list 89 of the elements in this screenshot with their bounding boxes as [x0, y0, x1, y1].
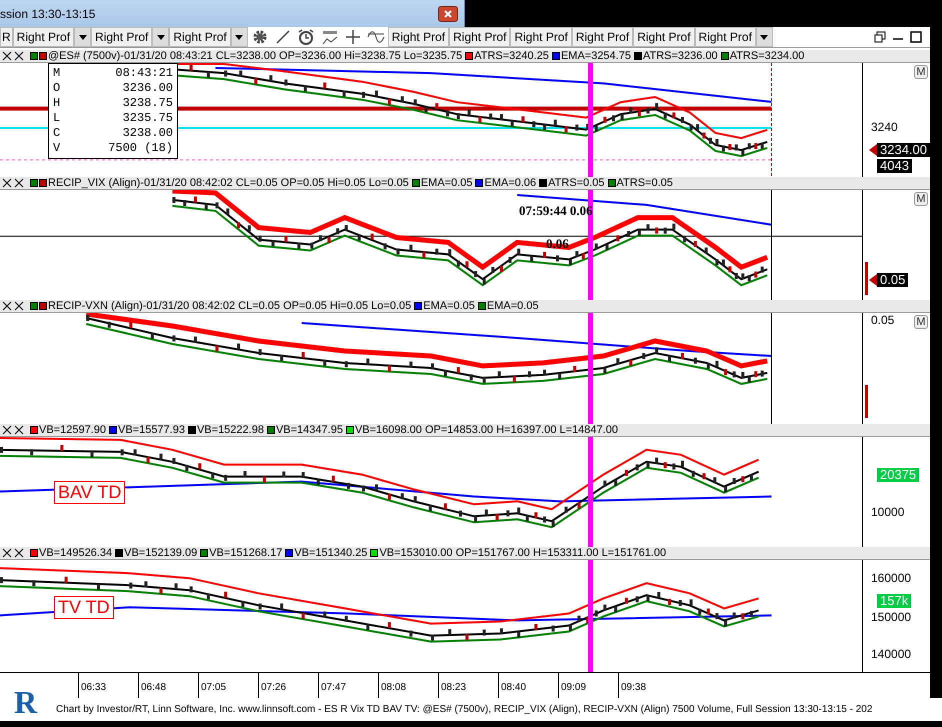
- close-icon[interactable]: [2, 548, 12, 558]
- tooltip-value: 7500 (18): [108, 141, 173, 156]
- axis-label: 140000: [871, 647, 912, 662]
- maximize-icon[interactable]: [910, 31, 922, 43]
- axis-label: 160000: [871, 571, 912, 586]
- close-icon[interactable]: [14, 51, 24, 61]
- axis-label: 3240: [871, 120, 898, 134]
- close-icon[interactable]: [2, 301, 12, 311]
- legend-text: VB=12597.90: [39, 424, 106, 436]
- legend-text: RECIP_VIX (Align)-01/31/20 08:42:02 CL=0.05 OP=0.05 Hi=0.05 Lo=0.05: [48, 177, 409, 189]
- alarm-clock-icon[interactable]: [296, 28, 315, 46]
- tooltip-value: 3238.00: [122, 126, 173, 141]
- legend-text: EMA=0.05: [423, 300, 475, 312]
- legend-text: RECIP-VXN (Align)-01/31/20 08:42:02 CL=0.05 OP=0.05 Hi=0.05 Lo=0.05: [48, 300, 412, 312]
- tooltip-value: 3236.00: [122, 81, 173, 96]
- legend-text: @ES# (7500v)-01/31/20 08:43:21 CL=3238.00 OP=3236.00 Hi=3238.75 Lo=3235.75: [48, 50, 462, 62]
- axis-label: 150000: [871, 610, 912, 624]
- profile-dropdown[interactable]: Right Prof: [12, 27, 74, 47]
- axis-label: 10000: [871, 505, 904, 520]
- close-icon[interactable]: [2, 425, 12, 435]
- legend-text: VB=153010.00 OP=151767.00 H=153311.00 L=151761.00: [379, 547, 666, 559]
- tooltip-value: 3238.75: [122, 96, 173, 111]
- profile-dropdown[interactable]: Right Prof: [91, 27, 152, 47]
- legend-text: VB=151268.17: [209, 547, 282, 559]
- menu-button[interactable]: M: [914, 315, 928, 329]
- legend-text: EMA=0.05: [420, 177, 472, 189]
- profile-button[interactable]: Right Prof: [633, 27, 695, 47]
- legend-text: VB=15222.98: [196, 424, 264, 436]
- dropdown-caret[interactable]: [152, 27, 170, 47]
- pane-label: BAV TD: [54, 481, 126, 504]
- close-icon: [444, 10, 452, 18]
- legend-text: VB=151340.25: [294, 547, 368, 559]
- close-icon[interactable]: [14, 178, 24, 188]
- price-badge: 0.05: [877, 272, 908, 286]
- close-icon[interactable]: [14, 301, 24, 311]
- price-badge: 157k: [877, 594, 912, 608]
- tooltip-key: V: [53, 141, 60, 156]
- price-badge: 3234.00: [877, 142, 930, 157]
- crosshair-icon[interactable]: [344, 29, 361, 45]
- dropdown-caret[interactable]: [756, 27, 773, 47]
- legend-text: VB=152139.09: [124, 547, 198, 559]
- pane-label: TV TD: [54, 596, 114, 619]
- legend-text: ATRS=3240.25: [474, 50, 549, 62]
- profile-button[interactable]: Right Prof: [449, 27, 510, 47]
- price-badge: 4043: [877, 158, 912, 173]
- dropdown-caret[interactable]: [230, 27, 248, 47]
- legend-text: VB=14347.95: [276, 424, 343, 436]
- chart-title-icon[interactable]: [320, 29, 339, 45]
- legend-text: ATRS=0.05: [616, 177, 673, 189]
- close-button[interactable]: [438, 6, 458, 22]
- tooltip-key: C: [53, 126, 60, 141]
- dropdown-caret[interactable]: [74, 27, 92, 47]
- profile-button[interactable]: Right Prof: [388, 27, 450, 47]
- tooltip-value: 08:43:21: [115, 66, 173, 81]
- tooltip-key: H: [53, 96, 60, 111]
- legend-text: EMA=0.05: [486, 300, 539, 312]
- tooltip-key: O: [53, 81, 60, 96]
- settings-icon[interactable]: [250, 28, 269, 46]
- close-icon[interactable]: [2, 178, 12, 188]
- toolbar-button[interactable]: R: [0, 27, 13, 47]
- restore-icon[interactable]: [874, 31, 886, 43]
- window-title: ssion 13:30-13:15: [0, 6, 96, 20]
- price-badge: 20375: [877, 468, 920, 482]
- legend-text: VB=16098.00 OP=14853.00 H=16397.00 L=14847.00: [354, 424, 618, 436]
- wave-icon[interactable]: [366, 29, 385, 45]
- footer-text: Chart by Investor/RT, Linn Software, Inc. www.linnsoft.com - ES R Vix TD BAV TV: @ES# (7500v), RECIP_VIX (Align), RECIP-VXN (Align) 7500 Volume, Full Session 13:30-13:15 - 202: [56, 704, 872, 715]
- close-icon[interactable]: [14, 425, 24, 435]
- legend-text: ATRS=3236.00: [642, 50, 718, 62]
- tooltip-value: 3235.75: [122, 111, 173, 126]
- axis-label: 0.05: [871, 313, 894, 327]
- profile-button[interactable]: Right Prof: [572, 27, 634, 47]
- menu-button[interactable]: M: [914, 65, 928, 79]
- tooltip-key: M: [53, 66, 60, 81]
- menu-button[interactable]: M: [914, 192, 928, 206]
- tooltip-key: L: [53, 111, 60, 126]
- close-icon[interactable]: [2, 51, 12, 61]
- legend-text: EMA=3254.75: [560, 50, 631, 62]
- level-bar-drawing: [865, 262, 868, 294]
- legend-text: EMA=0.06: [484, 177, 536, 189]
- legend-text: VB=149526.34: [39, 547, 112, 559]
- line-tool-icon[interactable]: [274, 29, 291, 45]
- legend-text: ATRS=0.05: [548, 177, 605, 189]
- legend-text: VB=15577.93: [118, 424, 185, 436]
- level-bar-drawing: [865, 385, 868, 418]
- close-icon[interactable]: [14, 548, 24, 558]
- legend-text: ATRS=3234.00: [730, 50, 804, 62]
- profile-button[interactable]: Right Prof: [694, 27, 756, 47]
- profile-dropdown[interactable]: Right Prof: [169, 27, 231, 47]
- profile-button[interactable]: Right Prof: [510, 27, 572, 47]
